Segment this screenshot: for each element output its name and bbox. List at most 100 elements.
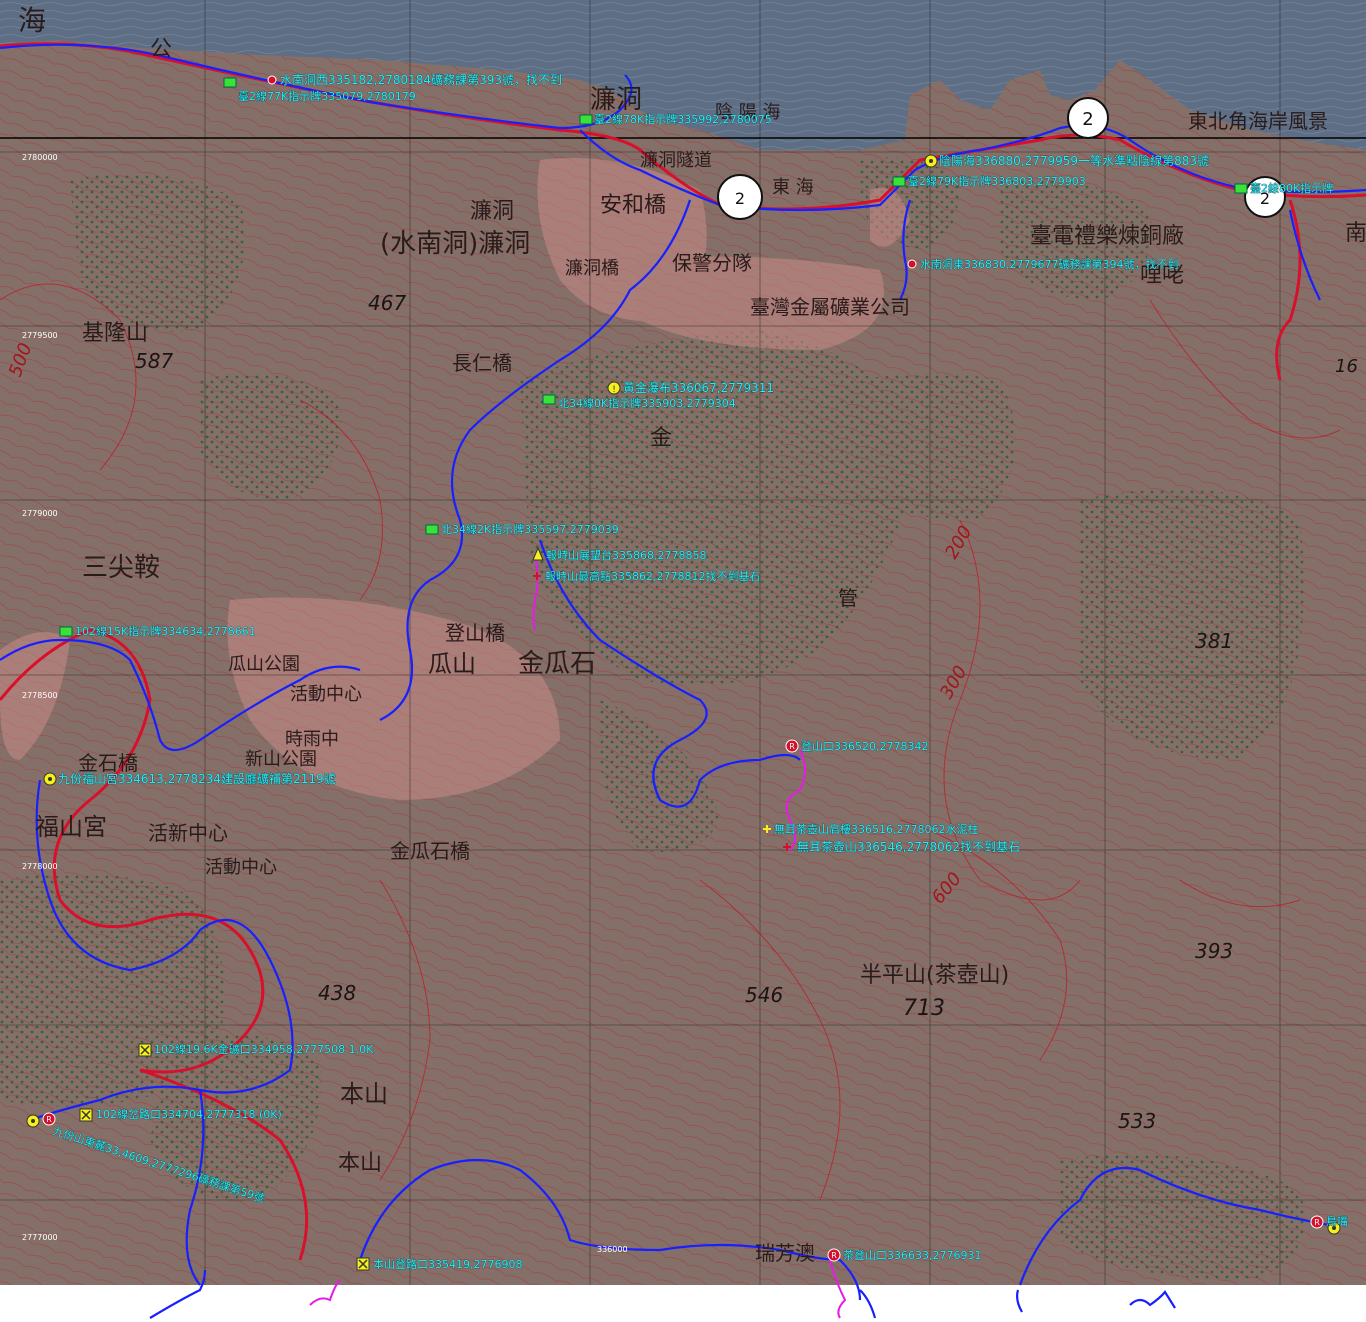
- map-label-liandong-shuinan: (水南洞)濂洞: [380, 229, 530, 259]
- waypoint-marker[interactable]: R 登山口336520,2778342: [785, 739, 929, 754]
- elevation-393: 393: [1195, 939, 1233, 963]
- waypoint-label[interactable]: 水南洞東336830,2779677礦務課第394號，找不到: [920, 257, 1179, 272]
- map-label-activity-center-2: 活動中心: [205, 857, 277, 878]
- grid-tick: 2779500: [22, 331, 58, 340]
- waypoint-marker[interactable]: 九份福山宮334613,2778234建設廳礦補第2119號: [43, 771, 336, 787]
- map-label-changren-bridge: 長仁橋: [452, 351, 512, 375]
- elevation-381: 381: [1195, 629, 1233, 653]
- map-label-activity-center: 活動中心: [290, 684, 362, 705]
- map-label-taipower: 臺電禮樂煉銅廠: [1030, 224, 1184, 249]
- map-label-liandong-tunnel: 濂洞隧道: [640, 150, 712, 171]
- waypoint-label[interactable]: 黃金瀑布336067,2779311: [623, 380, 775, 396]
- waypoint-label[interactable]: 臺2線77K指示牌335079,2780179: [238, 89, 416, 104]
- topographic-map[interactable]: 2 2 2 海 公 濂洞 陰 陽 海 東 海 東北角海岸風景 濂洞隧道 濂洞 安…: [0, 0, 1366, 1322]
- map-label-xinshan-park: 新山公園: [245, 749, 317, 770]
- waypoint-marker[interactable]: 陰陽海336880,2779959一等水準點陰線第883號: [924, 153, 1210, 169]
- route-number: 2: [735, 189, 745, 208]
- waypoint-marker[interactable]: 報時山展望台335868,2778858: [532, 546, 707, 563]
- elevation-467: 467: [368, 291, 406, 315]
- elevation-587: 587: [135, 349, 173, 373]
- waypoint-label[interactable]: 鳥嘴: [1326, 1214, 1349, 1229]
- map-label-banping: 半平山(茶壺山): [860, 963, 1009, 988]
- waypoint-label[interactable]: 水南洞西335182,2780184礦務課第393號，找不到: [280, 72, 563, 88]
- map-label-benshan: 本山: [340, 1080, 388, 1108]
- svg-text:R: R: [1314, 1218, 1320, 1227]
- map-label-shinan: 時雨中: [285, 729, 339, 750]
- waypoint-label[interactable]: 報時山最高點335862,2778812找不到基石: [545, 569, 761, 584]
- map-label-keelung-mountain: 基隆山: [82, 321, 148, 346]
- elevation-16: 16: [1335, 356, 1358, 377]
- waypoint-label[interactable]: 102線19.6K金礦口334958,2777508 1.0K: [154, 1042, 375, 1057]
- waypoint-marker[interactable]: 北34線2K指示牌335597,2779039: [425, 522, 619, 537]
- waypoint-marker[interactable]: 102線15K指示牌334634,2778661: [59, 624, 256, 639]
- waypoint-label[interactable]: 本山登路口335419,2776908: [373, 1257, 523, 1272]
- map-label-jin: 金: [650, 426, 672, 451]
- waypoint-label[interactable]: 茶登山口336633,2776931: [843, 1248, 982, 1263]
- waypoint-label[interactable]: 陰陽海336880,2779959一等水準點陰線第883號: [939, 153, 1210, 169]
- waypoint-label[interactable]: 北34線0K指示牌335903,2779304: [558, 396, 736, 411]
- waypoint-label[interactable]: 102線岔路口334704,2777318 (0K): [96, 1107, 282, 1122]
- svg-text:R: R: [46, 1115, 52, 1124]
- waypoint-marker[interactable]: 臺2線80K指示牌: [1234, 181, 1334, 196]
- waypoint-marker[interactable]: 報時山最高點335862,2778812找不到基石: [533, 569, 761, 584]
- waypoint-marker[interactable]: 水南洞東336830,2779677礦務課第394號，找不到: [907, 257, 1179, 272]
- route-shield-2-b: 2: [717, 174, 763, 220]
- waypoint-label[interactable]: 登山口336520,2778342: [801, 739, 929, 754]
- svg-text:R: R: [831, 1251, 837, 1260]
- map-label-benshan-2: 本山: [338, 1151, 382, 1176]
- map-label-chuxin-center: 活新中心: [148, 821, 228, 845]
- map-label-rui-river: 瑞芳澳: [755, 1241, 815, 1265]
- map-label-sanjian: 三尖鞍: [82, 553, 160, 583]
- map-label-sea: 海: [18, 4, 46, 37]
- waypoint-marker[interactable]: 臺2線78K指示牌335992,2780075: [579, 112, 772, 127]
- map-label-jinguashi: 金瓜石: [518, 649, 596, 679]
- waypoint-label[interactable]: 臺2線79K指示牌336803,2779903: [908, 174, 1086, 189]
- map-label-east-sea: 東 海: [772, 177, 814, 198]
- elevation-713: 713: [903, 996, 945, 1021]
- map-label-police: 保警分隊: [672, 251, 752, 275]
- grid-tick: 2778000: [22, 862, 58, 871]
- map-label-jingua-bridge: 金瓜石橋: [390, 839, 470, 863]
- map-label-anhe-bridge: 安和橋: [600, 193, 666, 218]
- map-label-road: 公: [150, 37, 172, 62]
- map-label-taiwan-metal: 臺灣金屬礦業公司: [750, 295, 910, 319]
- waypoint-marker[interactable]: 無耳茶壺山336546,2778062找不到基石: [783, 839, 1020, 854]
- grid-tick: 2780000: [22, 153, 58, 162]
- map-label-guan: 管: [838, 586, 858, 610]
- waypoint-label[interactable]: 臺2線78K指示牌335992,2780075: [594, 112, 772, 127]
- waypoint-marker[interactable]: R 茶登山口336633,2776931: [827, 1248, 982, 1263]
- elevation-533: 533: [1118, 1109, 1156, 1133]
- waypoint-marker[interactable]: 本山登路口335419,2776908: [356, 1257, 523, 1272]
- map-label-guashan-park: 瓜山公園: [228, 654, 300, 675]
- waypoint-label[interactable]: 九份福山宮334613,2778234建設廳礦補第2119號: [58, 771, 336, 787]
- waypoint-label[interactable]: 102線15K指示牌334634,2778661: [75, 624, 256, 639]
- waypoint-marker[interactable]: 無耳茶壺山肩樓336516,2778062水泥柱: [763, 822, 979, 837]
- grid-tick: 2777000: [22, 1233, 58, 1242]
- map-label-liandong: 濂洞: [590, 85, 642, 115]
- elevation-438: 438: [318, 981, 356, 1005]
- map-label-denghan-bridge: 登山橋: [445, 621, 505, 645]
- waypoint-label[interactable]: 臺2線80K指示牌: [1250, 181, 1334, 196]
- map-label-fushan-temple: 福山宮: [35, 813, 107, 841]
- grid-tick: 2778500: [22, 691, 58, 700]
- map-label-nan: 南: [1345, 221, 1366, 246]
- waypoint-marker[interactable]: ! 黃金瀑布336067,2779311: [607, 380, 775, 396]
- waypoint-label[interactable]: 報時山展望台335868,2778858: [546, 548, 707, 563]
- waypoint-marker[interactable]: 102線19.6K金礦口334958,2777508 1.0K: [138, 1042, 375, 1057]
- waypoint-marker[interactable]: 102線岔路口334704,2777318 (0K): [79, 1107, 282, 1122]
- grid-tick: 336000: [597, 1245, 628, 1254]
- svg-text:R: R: [789, 742, 795, 751]
- svg-text:!: !: [612, 385, 616, 395]
- grid-tick: 2779000: [22, 509, 58, 518]
- waypoint-marker[interactable]: 北34線0K指示牌335903,2779304: [542, 394, 736, 411]
- waypoint-marker[interactable]: 水南洞西335182,2780184礦務課第393號，找不到: [267, 72, 563, 88]
- waypoint-label[interactable]: 無耳茶壺山肩樓336516,2778062水泥柱: [774, 822, 979, 837]
- waypoint-marker[interactable]: 臺2線79K指示牌336803,2779903: [892, 174, 1086, 189]
- route-shield-2-a: 2: [1067, 97, 1109, 139]
- elevation-546: 546: [745, 983, 783, 1007]
- map-label-east-coast: 東北角海岸風景: [1188, 109, 1328, 133]
- route-number: 2: [1082, 109, 1093, 130]
- waypoint-label[interactable]: 北34線2K指示牌335597,2779039: [441, 522, 619, 537]
- waypoint-label[interactable]: 無耳茶壺山336546,2778062找不到基石: [797, 839, 1021, 855]
- map-label-liandong-village: 濂洞: [470, 199, 514, 224]
